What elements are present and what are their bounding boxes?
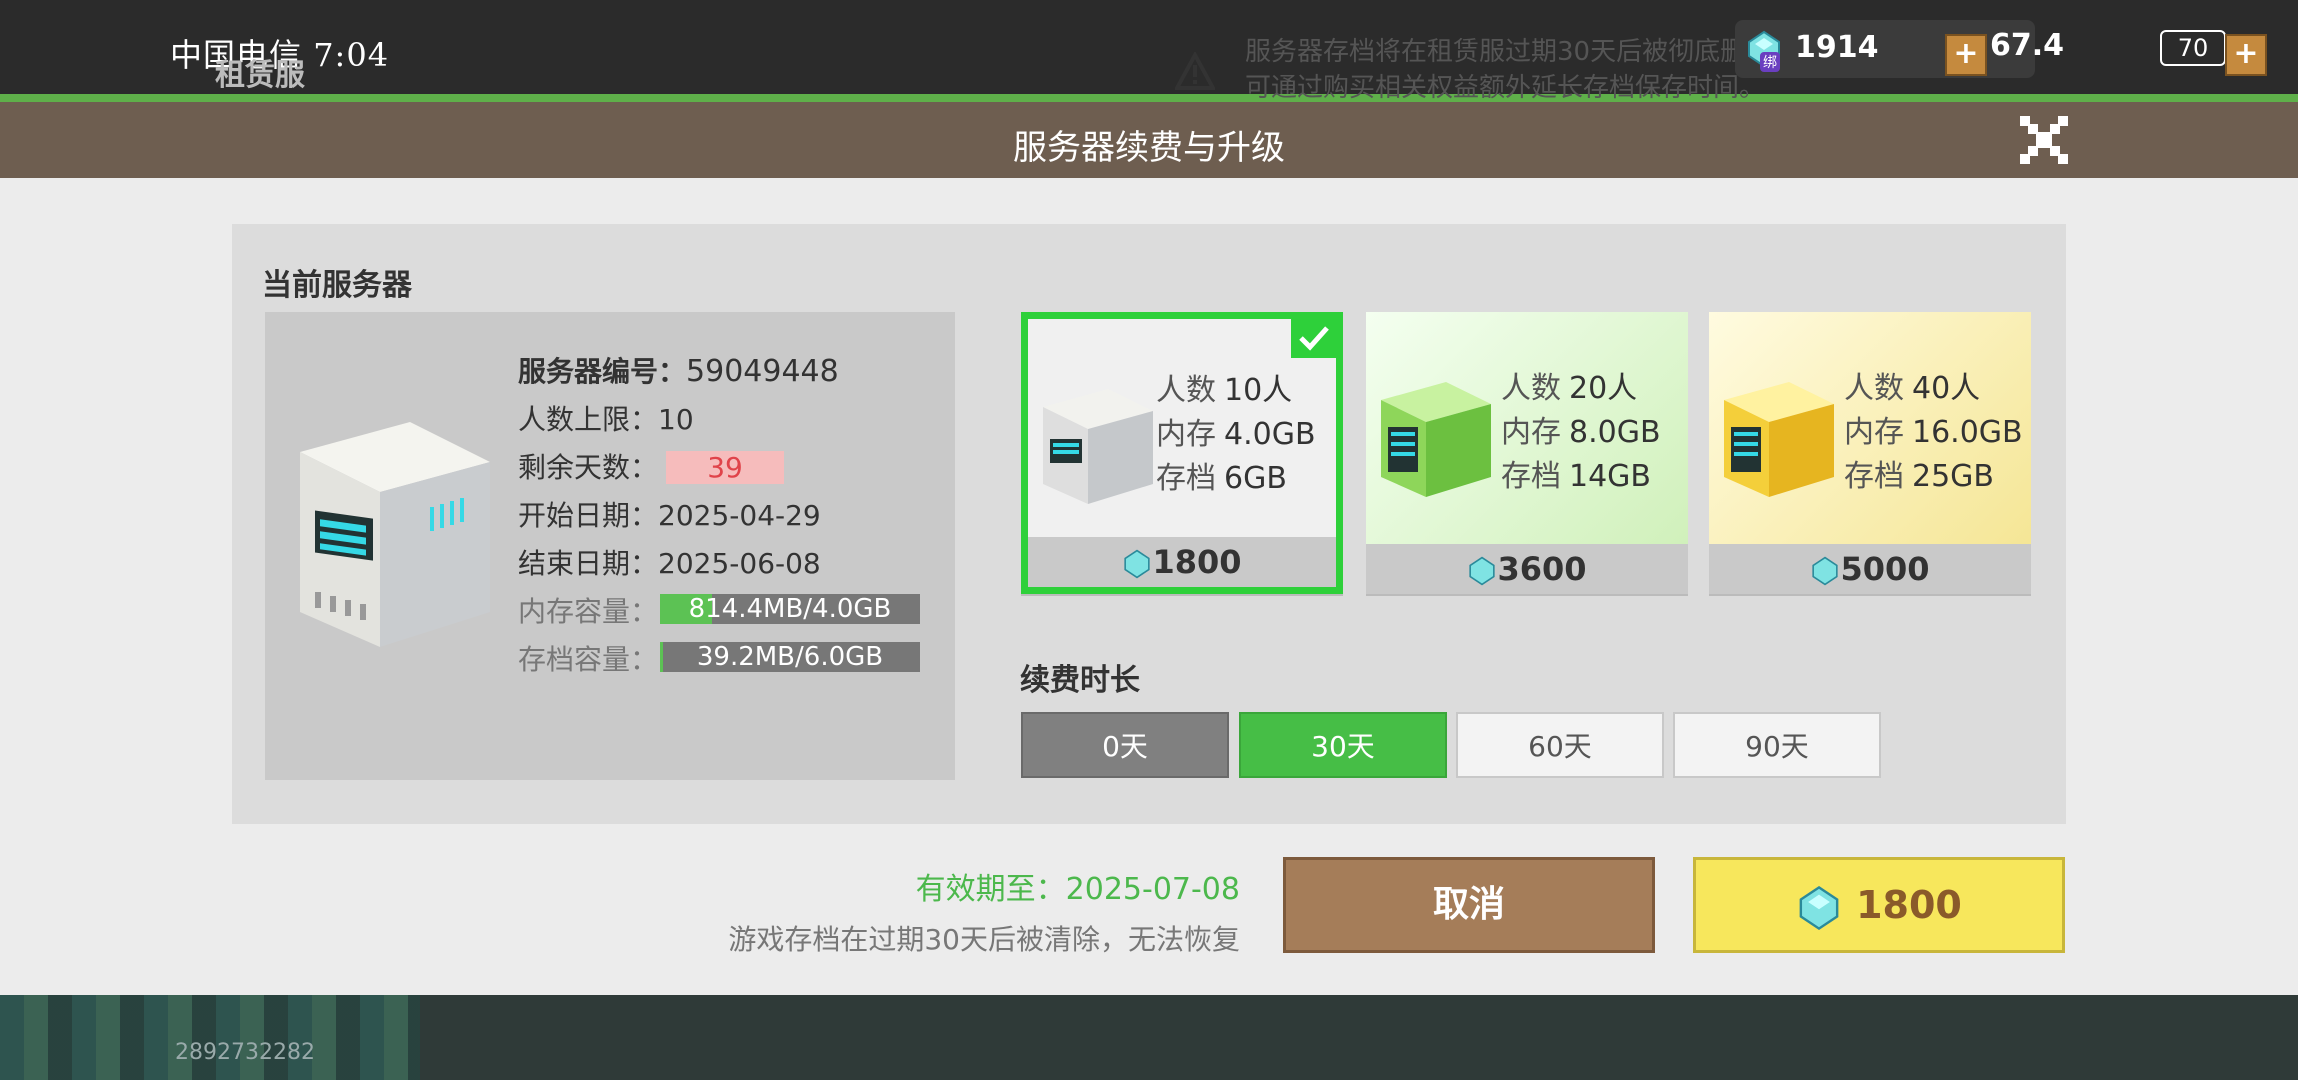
add-currency-button[interactable]: + [1945,34,1987,76]
warning-icon [1175,52,1215,90]
end-date-row: 结束日期：2025-06-08 [518,542,821,582]
end-date-label: 结束日期： [518,547,659,580]
signal-indicator: 67.4 [1990,28,2065,63]
plan-1-price: 1800 [1028,537,1336,587]
plan-3-specs: 人数 40人 内存 16.0GB 存档 25GB [1844,367,2023,499]
check-icon [1291,319,1336,358]
days-left-value: 39 [666,451,785,484]
renew-dialog: 服务器续费与升级 当前服务器 服务器编号：59049448 人数上限：10 剩余… [0,102,2298,995]
end-date-value: 2025-06-08 [658,547,821,580]
plan-2-storage-key: 存档 [1501,459,1561,494]
max-players-label: 人数上限： [518,403,659,436]
plan-1-memory: 4.0GB [1224,417,1316,452]
plan-2-players: 20人 [1569,371,1638,406]
server-gold-icon [1724,382,1834,497]
plan-1-memory-key: 内存 [1156,417,1216,452]
plan-1-price-value: 1800 [1152,543,1242,581]
plan-2-price: 3600 [1366,544,1688,594]
server-green-icon [1381,382,1491,497]
diamond-icon [1812,556,1839,586]
plan-2-players-key: 人数 [1501,371,1561,406]
user-id: 2892732282 [175,1040,315,1065]
diamond-icon [1799,885,1839,930]
duration-heading: 续费时长 [1020,663,1140,698]
notice-line-2: 可通过购买相关权益额外延长存档保存时间。 [1245,73,1766,103]
background-page-title: 租赁服 [215,58,305,93]
cancel-button[interactable]: 取消 [1283,857,1655,953]
notice-line-1: 服务器存档将在租赁服过期30天后被彻底删除，无法恢复 [1245,37,1805,67]
buy-price: 1800 [1856,883,1962,927]
buy-button[interactable]: 1800 [1693,857,2065,953]
memory-bar: 814.4MB/4.0GB [660,594,920,624]
server-id-row: 服务器编号：59049448 [518,350,839,390]
start-date-row: 开始日期：2025-04-29 [518,494,821,534]
plan-3-storage-key: 存档 [1844,459,1904,494]
close-icon[interactable] [2020,116,2068,164]
memory-value: 814.4MB/4.0GB [688,594,892,624]
duration-90-days[interactable]: 90天 [1673,712,1881,778]
server-basic-icon [1043,389,1153,504]
duration-0-days[interactable]: 0天 [1021,712,1229,778]
plan-3-players: 40人 [1912,371,1981,406]
plan-3-price: 5000 [1709,544,2031,594]
days-left-row: 剩余天数： 39 [518,446,785,486]
plan-1-specs: 人数 10人 内存 4.0GB 存档 6GB [1156,369,1316,501]
plan-2-price-value: 3600 [1497,550,1587,588]
background-bottom [0,995,2298,1080]
plan-3-players-key: 人数 [1844,371,1904,406]
current-server-heading: 当前服务器 [262,268,412,303]
plan-3-storage: 25GB [1912,459,1995,494]
diamond-icon [1124,549,1151,579]
plan-2-specs: 人数 20人 内存 8.0GB 存档 14GB [1501,367,1661,499]
start-date-value: 2025-04-29 [658,499,821,532]
max-players-row: 人数上限：10 [518,398,694,438]
currency-bind-badge: 绑 [1760,52,1780,72]
battery-indicator: 70 [2160,30,2226,66]
storage-label: 存档容量： [518,643,659,676]
plan-2-memory-key: 内存 [1501,415,1561,450]
plan-1-storage: 6GB [1224,461,1287,496]
currency-value: 1914 [1795,30,1879,65]
diamond-icon [1469,556,1496,586]
plan-3-memory: 16.0GB [1912,415,2023,450]
plan-1-storage-key: 存档 [1156,461,1216,496]
max-players-value: 10 [658,403,694,436]
footer-note: 游戏存档在过期30天后被清除，无法恢复 [728,923,1240,956]
start-date-label: 开始日期： [518,499,659,532]
plan-3-price-value: 5000 [1840,550,1930,588]
valid-until: 有效期至：2025-07-08 [915,872,1240,907]
plan-3-memory-key: 内存 [1844,415,1904,450]
dialog-header: 服务器续费与升级 [0,102,2298,178]
days-left-label: 剩余天数： [518,451,659,484]
duration-30-days[interactable]: 30天 [1239,712,1447,778]
background-notice: 服务器存档将在租赁服过期30天后被彻底删除，无法恢复 可通过购买相关权益额外延长… [1245,34,1805,106]
plan-card-2[interactable]: 人数 20人 内存 8.0GB 存档 14GB 3600 [1366,312,1688,594]
plan-card-3[interactable]: 人数 40人 内存 16.0GB 存档 25GB 5000 [1709,312,2031,594]
plan-card-1[interactable]: 人数 10人 内存 4.0GB 存档 6GB 1800 [1021,312,1343,594]
clock: 7:04 [313,36,390,74]
storage-bar: 39.2MB/6.0GB [660,642,920,672]
duration-60-days[interactable]: 60天 [1456,712,1664,778]
storage-bar-fill [660,642,663,672]
background-pixel-art [0,995,420,1080]
server-id-label: 服务器编号： [518,355,687,388]
memory-label: 内存容量： [518,595,659,628]
storage-value: 39.2MB/6.0GB [696,642,884,672]
server-icon [300,422,490,647]
plan-1-players-key: 人数 [1156,373,1216,408]
add-button[interactable]: + [2225,34,2267,76]
plan-1-players: 10人 [1224,373,1293,408]
plan-2-memory: 8.0GB [1569,415,1661,450]
dialog-title: 服务器续费与升级 [1013,128,1285,168]
status-bar: 中国电信 7:04 租赁服 服务器存档将在租赁服过期30天后被彻底删除，无法恢复… [0,0,2298,103]
server-id-value: 59049448 [686,354,839,389]
plan-2-storage: 14GB [1569,459,1652,494]
